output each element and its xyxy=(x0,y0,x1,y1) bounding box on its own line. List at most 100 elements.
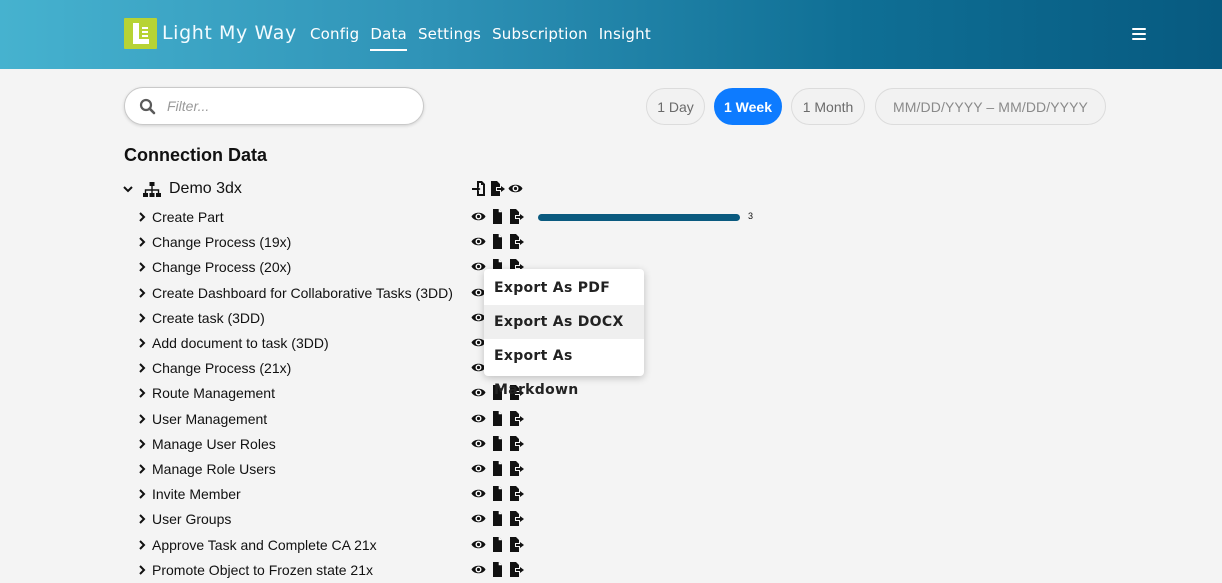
tree-row-label: Change Process (21x) xyxy=(152,360,292,376)
file-export-icon[interactable] xyxy=(509,562,524,577)
tree-row[interactable]: Create Part 3 xyxy=(137,208,757,228)
eye-icon[interactable] xyxy=(471,511,486,526)
eye-icon[interactable] xyxy=(508,181,523,196)
tree-row[interactable]: Promote Object to Frozen state 21x xyxy=(137,561,757,581)
tree-row-label: Change Process (20x) xyxy=(152,259,292,275)
tree-row[interactable]: Invite Member xyxy=(137,485,757,505)
file-export-icon[interactable] xyxy=(509,511,524,526)
file-icon[interactable] xyxy=(490,511,505,526)
file-export-icon[interactable] xyxy=(509,461,524,476)
nav-settings[interactable]: Settings xyxy=(418,25,481,51)
tree-row[interactable]: User Groups xyxy=(137,510,757,530)
file-export-icon[interactable] xyxy=(509,486,524,501)
row-actions xyxy=(471,461,524,476)
nav-subscription[interactable]: Subscription xyxy=(492,25,588,51)
chevron-right-icon[interactable] xyxy=(137,539,147,551)
tree-row-label: Invite Member xyxy=(152,486,241,502)
chevron-right-icon[interactable] xyxy=(137,387,147,399)
eye-icon[interactable] xyxy=(471,461,486,476)
file-export-icon[interactable] xyxy=(509,436,524,451)
row-actions xyxy=(471,209,524,224)
chevron-right-icon[interactable] xyxy=(137,413,147,425)
row-actions xyxy=(471,511,524,526)
chevron-right-icon[interactable] xyxy=(137,236,147,248)
tree-row[interactable]: Create Dashboard for Collaborative Tasks… xyxy=(137,284,757,304)
tree-row[interactable]: Route Management xyxy=(137,384,757,404)
file-icon[interactable] xyxy=(490,562,505,577)
range-1-week-button[interactable]: 1 Week xyxy=(714,88,782,125)
usage-bar-fill xyxy=(538,214,740,221)
app-logo[interactable] xyxy=(124,18,157,49)
chevron-right-icon[interactable] xyxy=(137,564,147,576)
chevron-right-icon[interactable] xyxy=(137,488,147,500)
row-actions xyxy=(471,537,524,552)
tree-root-label: Demo 3dx xyxy=(169,180,242,197)
tree-row[interactable]: Approve Task and Complete CA 21x xyxy=(137,536,757,556)
tree-row-label: Route Management xyxy=(152,385,275,401)
nav-data[interactable]: Data xyxy=(370,25,407,51)
row-actions xyxy=(471,411,524,426)
nav-insight[interactable]: Insight xyxy=(599,25,651,51)
eye-icon[interactable] xyxy=(471,486,486,501)
file-icon[interactable] xyxy=(490,234,505,249)
tree-row[interactable]: Change Process (21x) xyxy=(137,359,757,379)
chevron-down-icon[interactable] xyxy=(122,183,134,195)
file-icon[interactable] xyxy=(490,436,505,451)
file-icon[interactable] xyxy=(490,209,505,224)
tree-row-label: Manage Role Users xyxy=(152,461,276,477)
search-icon xyxy=(139,98,156,115)
file-import-icon[interactable] xyxy=(472,181,487,196)
tree-row-label: Create Dashboard for Collaborative Tasks… xyxy=(152,285,453,301)
tree-row-label: User Management xyxy=(152,411,268,427)
file-icon[interactable] xyxy=(490,461,505,476)
range-1-day-button[interactable]: 1 Day xyxy=(646,88,705,125)
tree-row[interactable]: Change Process (19x) xyxy=(137,233,757,253)
usage-bar xyxy=(538,214,740,221)
tree-row[interactable]: User Management xyxy=(137,410,757,430)
chevron-right-icon[interactable] xyxy=(137,362,147,374)
nav-config[interactable]: Config xyxy=(310,25,359,51)
chevron-right-icon[interactable] xyxy=(137,287,147,299)
range-1-month-button[interactable]: 1 Month xyxy=(791,88,865,125)
tree-row[interactable]: Manage User Roles xyxy=(137,435,757,455)
app-brand[interactable]: Light My Way xyxy=(162,22,297,44)
eye-icon[interactable] xyxy=(471,234,486,249)
tree-row[interactable]: Create task (3DD) xyxy=(137,309,757,329)
tree-row-label: Create task (3DD) xyxy=(152,310,265,326)
tree-row-label: Promote Object to Frozen state 21x xyxy=(152,562,373,578)
file-export-icon[interactable] xyxy=(509,537,524,552)
hamburger-icon[interactable] xyxy=(1132,28,1146,41)
filter-input[interactable] xyxy=(165,96,405,116)
chevron-right-icon[interactable] xyxy=(137,513,147,525)
chevron-right-icon[interactable] xyxy=(137,463,147,475)
row-actions xyxy=(471,562,524,577)
tree-row[interactable]: Add document to task (3DD) xyxy=(137,334,757,354)
eye-icon[interactable] xyxy=(471,385,486,400)
chevron-right-icon[interactable] xyxy=(137,438,147,450)
file-export-icon[interactable] xyxy=(509,234,524,249)
file-icon[interactable] xyxy=(490,486,505,501)
chevron-right-icon[interactable] xyxy=(137,312,147,324)
tree-row-label: Manage User Roles xyxy=(152,436,276,452)
tree-row[interactable]: Manage Role Users xyxy=(137,460,757,480)
chevron-right-icon[interactable] xyxy=(137,211,147,223)
eye-icon[interactable] xyxy=(471,411,486,426)
file-icon[interactable] xyxy=(490,537,505,552)
export-markdown-item[interactable]: Export As Markdown xyxy=(484,339,644,398)
eye-icon[interactable] xyxy=(471,537,486,552)
date-range-input[interactable]: MM/DD/YYYY – MM/DD/YYYY xyxy=(875,88,1106,125)
file-export-icon[interactable] xyxy=(490,181,505,196)
tree-row-label: User Groups xyxy=(152,511,232,527)
eye-icon[interactable] xyxy=(471,562,486,577)
file-icon[interactable] xyxy=(490,411,505,426)
tree-row[interactable]: Change Process (20x) xyxy=(137,258,757,278)
eye-icon[interactable] xyxy=(471,209,486,224)
file-export-icon[interactable] xyxy=(509,411,524,426)
export-docx-item[interactable]: Export As DOCX xyxy=(484,305,644,339)
chevron-right-icon[interactable] xyxy=(137,261,147,273)
chevron-right-icon[interactable] xyxy=(137,337,147,349)
export-pdf-item[interactable]: Export As PDF xyxy=(484,271,644,305)
eye-icon[interactable] xyxy=(471,436,486,451)
file-export-icon[interactable] xyxy=(509,209,524,224)
tree-row-label: Change Process (19x) xyxy=(152,234,292,250)
